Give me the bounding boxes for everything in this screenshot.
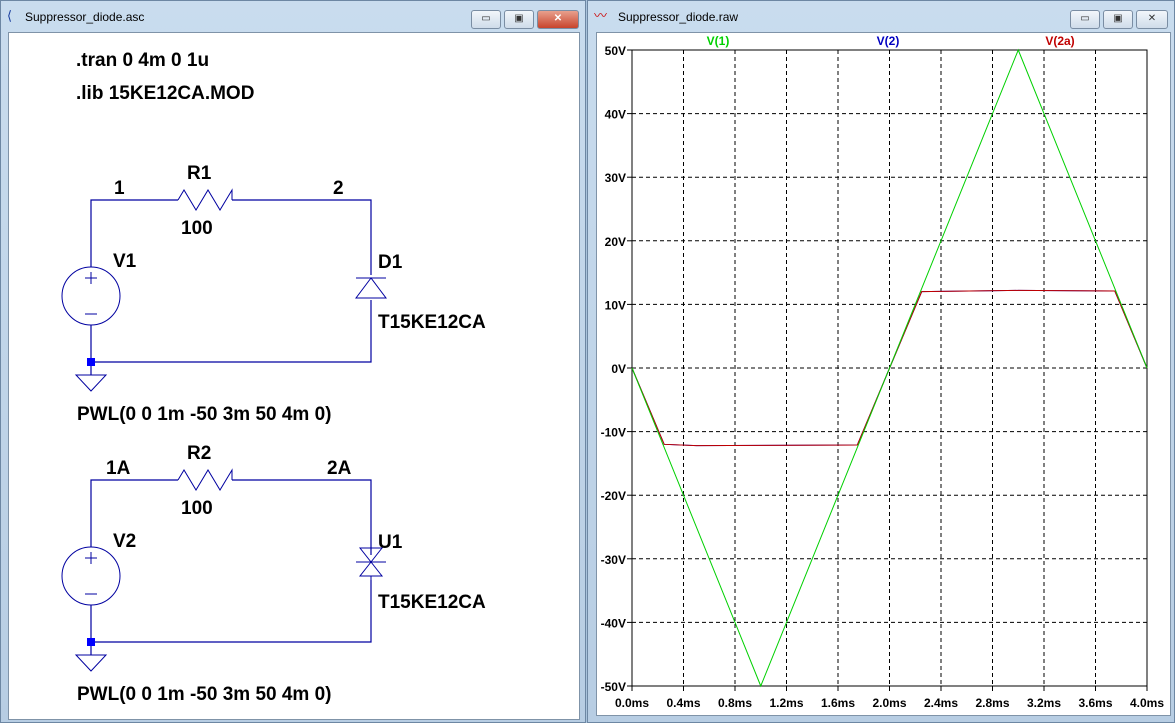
diode-model[interactable]: T15KE12CA bbox=[378, 592, 486, 613]
node-label[interactable]: 1 bbox=[114, 178, 125, 199]
source-value[interactable]: PWL(0 0 1m -50 3m 50 4m 0) bbox=[77, 404, 332, 425]
x-tick-label: 0.4ms bbox=[666, 696, 700, 710]
resistor-value[interactable]: 100 bbox=[181, 498, 213, 519]
wire[interactable] bbox=[90, 580, 372, 643]
x-tick-label: 1.6ms bbox=[821, 696, 855, 710]
legend-trace-label[interactable]: V(1) bbox=[707, 34, 730, 48]
polarity-icon bbox=[85, 552, 97, 595]
resistor-name[interactable]: R2 bbox=[187, 443, 211, 464]
x-tick-label: 3.2ms bbox=[1027, 696, 1061, 710]
y-tick-label: -20V bbox=[601, 489, 626, 503]
x-tick-label: 4.0ms bbox=[1130, 696, 1164, 710]
y-tick-label: 0V bbox=[611, 362, 626, 376]
node-label[interactable]: 2A bbox=[327, 458, 352, 479]
ground-icon bbox=[74, 374, 108, 392]
resistor-value[interactable]: 100 bbox=[181, 218, 213, 239]
x-tick-label: 2.4ms bbox=[924, 696, 958, 710]
resistor-symbol[interactable] bbox=[177, 188, 233, 211]
diode-name[interactable]: D1 bbox=[378, 252, 403, 273]
y-tick-label: -40V bbox=[601, 616, 626, 630]
wire[interactable] bbox=[232, 479, 372, 555]
diode-model[interactable]: T15KE12CA bbox=[378, 312, 486, 333]
x-tick-label: 2.0ms bbox=[872, 696, 906, 710]
y-tick-label: -50V bbox=[601, 680, 626, 694]
resistor-name[interactable]: R1 bbox=[187, 163, 212, 184]
legend-trace-label[interactable]: V(2) bbox=[877, 34, 900, 48]
y-tick-label: 40V bbox=[605, 108, 626, 122]
waveform-plot[interactable]: 0.0ms 0.4ms 0.8ms 1.2ms 1.6ms 2.0ms 2.4ms 2.8ms… bbox=[601, 34, 1165, 710]
y-tick-label: 20V bbox=[605, 235, 626, 249]
node-label[interactable]: 1A bbox=[106, 458, 131, 479]
source-name[interactable]: V1 bbox=[113, 251, 137, 272]
y-tick-label: 50V bbox=[605, 44, 626, 58]
wire[interactable] bbox=[90, 300, 372, 363]
y-tick-label: -30V bbox=[601, 553, 626, 567]
node-dot bbox=[87, 358, 95, 366]
source-value[interactable]: PWL(0 0 1m -50 3m 50 4m 0) bbox=[77, 684, 332, 705]
y-tick-label: 10V bbox=[605, 298, 626, 312]
circuit-2: 1A 2A R2 100 V2 U1 T15KE12CA PWL(0 0 1m -50 3m … bbox=[61, 443, 486, 705]
resistor-symbol[interactable] bbox=[177, 468, 233, 491]
node-dot bbox=[87, 638, 95, 646]
x-tick-label: 3.6ms bbox=[1078, 696, 1112, 710]
x-tick-label: 0.0ms bbox=[615, 696, 649, 710]
ground-icon bbox=[74, 654, 108, 672]
legend-trace-label[interactable]: V(2a) bbox=[1045, 34, 1074, 48]
x-tick-label: 0.8ms bbox=[718, 696, 752, 710]
diode-name[interactable]: U1 bbox=[378, 532, 403, 553]
drawing-layer: .tran 0 4m 0 1u .lib 15KE12CA.MOD 1 2 R1 10… bbox=[61, 34, 1165, 710]
lib-directive[interactable]: .lib 15KE12CA.MOD bbox=[76, 83, 254, 104]
y-tick-label: 30V bbox=[605, 171, 626, 185]
x-tick-label: 1.2ms bbox=[769, 696, 803, 710]
y-tick-label: -10V bbox=[601, 426, 626, 440]
zener-diode-symbol[interactable] bbox=[355, 277, 387, 299]
circuit-1: 1 2 R1 100 V1 D1 T15KE12CA PWL(0 0 1m -50 3m 50… bbox=[61, 163, 486, 425]
x-tick-label: 2.8ms bbox=[975, 696, 1009, 710]
node-label[interactable]: 2 bbox=[333, 178, 344, 199]
source-name[interactable]: V2 bbox=[113, 531, 136, 552]
wire[interactable] bbox=[232, 199, 372, 275]
polarity-icon bbox=[85, 272, 97, 315]
tran-directive[interactable]: .tran 0 4m 0 1u bbox=[76, 50, 209, 71]
